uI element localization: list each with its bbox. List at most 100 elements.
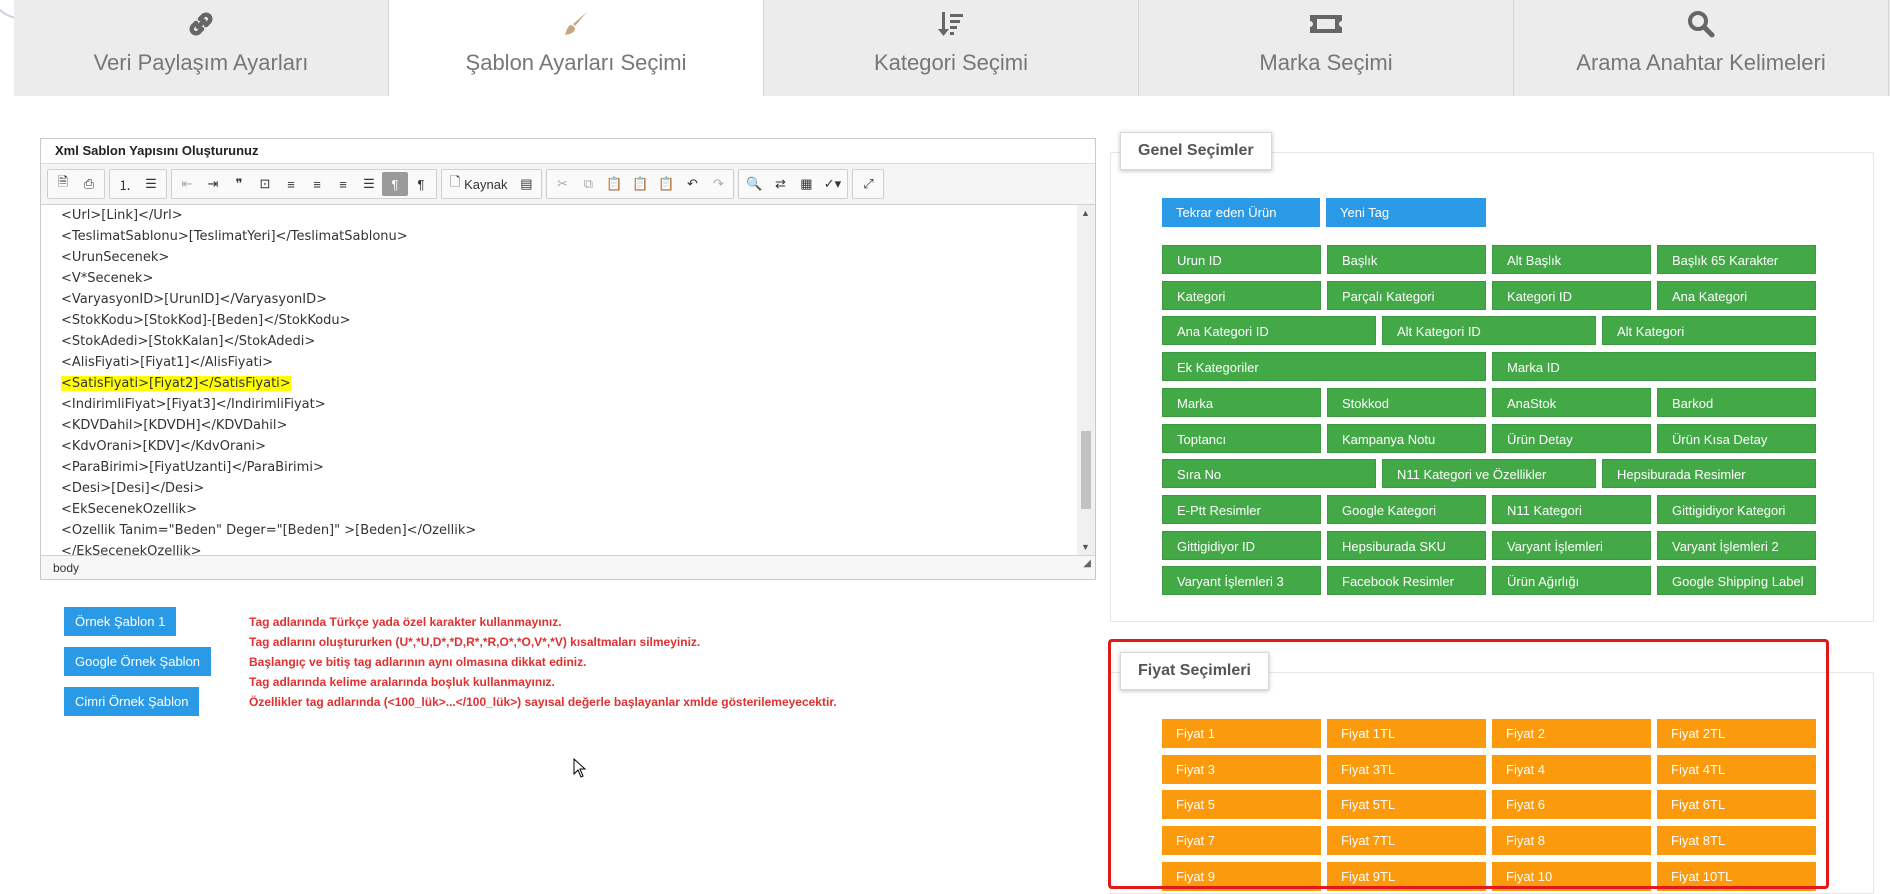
tag-button-n11-kategori[interactable]: N11 Kategori (1492, 494, 1651, 524)
bulleted-list-icon[interactable]: ☰ (138, 172, 164, 196)
tag-button-varyant-i-lemleri-3[interactable]: Varyant İşlemleri 3 (1162, 566, 1321, 596)
find-icon[interactable]: 🔍 (741, 172, 767, 196)
tag-button-hepsiburada-resimler[interactable]: Hepsiburada Resimler (1602, 459, 1816, 489)
yeni-tag-button[interactable]: Yeni Tag (1326, 198, 1486, 227)
maximize-icon[interactable]: ⤢ (855, 172, 881, 196)
tag-button-gittigidiyor-kategori[interactable]: Gittigidiyor Kategori (1657, 494, 1816, 524)
cimri-ornek-sablon-button[interactable]: Cimri Örnek Şablon (64, 687, 200, 716)
link-icon (186, 10, 216, 38)
tag-button-r-n-a-rl[interactable]: Ürün Ağırlığı (1492, 566, 1651, 596)
warning-text: Tag adlarında kelime aralarında boşluk k… (249, 675, 555, 689)
tag-button-ana-kategori-id[interactable]: Ana Kategori ID (1162, 316, 1376, 346)
tag-button-varyant-i-lemleri[interactable]: Varyant İşlemleri (1492, 530, 1651, 560)
tag-button-ana-kategori[interactable]: Ana Kategori (1657, 280, 1816, 310)
tag-button-varyant-i-lemleri-2[interactable]: Varyant İşlemleri 2 (1657, 530, 1816, 560)
tab-sablon-ayarlari[interactable]: Şablon Ayarları Seçimi (389, 0, 764, 96)
tag-button-n11-kategori-ve-zellikler[interactable]: N11 Kategori ve Özellikler (1382, 459, 1596, 489)
tag-button-marka[interactable]: Marka (1162, 387, 1321, 417)
tag-button-ba-l-k[interactable]: Başlık (1327, 245, 1486, 274)
google-ornek-sablon-button[interactable]: Google Örnek Şablon (64, 647, 212, 676)
editor-line: <VaryasyonID>[UrunID]</VaryasyonID> (61, 292, 327, 307)
tag-button-google-shipping-label[interactable]: Google Shipping Label (1657, 566, 1816, 596)
scroll-down-icon[interactable]: ▼ (1081, 542, 1090, 552)
editor-line: <EkSecenekOzellik> (61, 502, 198, 517)
tag-button-r-n-k-sa-detay[interactable]: Ürün Kısa Detay (1657, 423, 1816, 453)
align-right-icon[interactable]: ≡ (330, 172, 356, 196)
tekrar-eden-urun-button[interactable]: Tekrar eden Ürün (1162, 198, 1320, 227)
scroll-thumb[interactable] (1081, 431, 1091, 509)
div-container-icon[interactable]: ⊡ (252, 172, 278, 196)
scroll-up-icon[interactable]: ▲ (1081, 208, 1090, 218)
tab-kategori-secimi[interactable]: Kategori Seçimi (764, 0, 1139, 96)
toolbar-group-lists: ⒈ ☰ (109, 169, 167, 199)
outdent-icon[interactable]: ⇤ (174, 172, 200, 196)
warning-text: Özellikler tag adlarında (<100_lük>...</… (249, 695, 837, 709)
justify-icon[interactable]: ☰ (356, 172, 382, 196)
search-icon (1686, 10, 1716, 38)
undo-icon[interactable]: ↶ (679, 172, 705, 196)
tag-button-hepsiburada-sku[interactable]: Hepsiburada SKU (1327, 530, 1486, 560)
toolbar-group-view: ⤢ (852, 169, 885, 199)
editor-line: <Ozellik Tanim="Beden" Deger="[Beden]" >… (61, 523, 477, 538)
tag-button-gittigidiyor-id[interactable]: Gittigidiyor ID (1162, 530, 1321, 560)
paste-icon[interactable]: 📋 (601, 172, 627, 196)
mouse-cursor-icon (573, 757, 587, 783)
numbered-list-icon[interactable]: ⒈ (112, 172, 138, 196)
editor-line: <StokAdedi>[StokKalan]</StokAdedi> (61, 334, 316, 349)
ticket-icon (1308, 10, 1344, 38)
indent-icon[interactable]: ⇥ (200, 172, 226, 196)
tag-button-barkod[interactable]: Barkod (1657, 387, 1816, 417)
paste-text-icon[interactable]: 📋 (627, 172, 653, 196)
ltr-direction-icon[interactable]: ¶ (382, 172, 408, 196)
tag-button-r-n-detay[interactable]: Ürün Detay (1492, 423, 1651, 453)
source-button[interactable]: 🗋 Kaynak (444, 172, 513, 196)
tag-button-kategori-id[interactable]: Kategori ID (1492, 280, 1651, 310)
editor-scrollbar[interactable]: ▲ ▼ (1077, 205, 1095, 555)
preview-icon[interactable]: 🗎 (50, 172, 76, 196)
tag-button-kampanya-notu[interactable]: Kampanya Notu (1327, 423, 1486, 453)
tag-button-alt-kategori[interactable]: Alt Kategori (1602, 316, 1816, 346)
tag-button-ek-kategoriler[interactable]: Ek Kategoriler (1162, 352, 1486, 382)
tag-button-marka-id[interactable]: Marka ID (1492, 352, 1816, 382)
print-icon[interactable]: ⎙ (76, 172, 102, 196)
redo-icon[interactable]: ↷ (705, 172, 731, 196)
tag-button-toptanc[interactable]: Toptancı (1162, 423, 1321, 453)
editor-line: <Desi>[Desi]</Desi> (61, 481, 205, 496)
cut-icon[interactable]: ✂ (549, 172, 575, 196)
tag-button-google-kategori[interactable]: Google Kategori (1327, 494, 1486, 524)
tag-button-alt-kategori-id[interactable]: Alt Kategori ID (1382, 316, 1596, 346)
tab-marka-secimi[interactable]: Marka Seçimi (1139, 0, 1514, 96)
tag-button-par-al-kategori[interactable]: Parçalı Kategori (1327, 280, 1486, 310)
tag-button-ba-l-k-65-karakter[interactable]: Başlık 65 Karakter (1657, 245, 1816, 274)
align-left-icon[interactable]: ≡ (278, 172, 304, 196)
editor-title: Xml Sablon Yapısını Oluşturunuz (41, 139, 1095, 164)
paste-word-icon[interactable]: 📋 (653, 172, 679, 196)
select-all-icon[interactable]: ▦ (793, 172, 819, 196)
tag-button-facebook-resimler[interactable]: Facebook Resimler (1327, 566, 1486, 596)
tag-button-anastok[interactable]: AnaStok (1492, 387, 1651, 417)
tag-button-alt-ba-l-k[interactable]: Alt Başlık (1492, 245, 1651, 274)
tag-button-s-ra-no[interactable]: Sıra No (1162, 459, 1376, 489)
align-center-icon[interactable]: ≡ (304, 172, 330, 196)
copy-icon[interactable]: ⧉ (575, 172, 601, 196)
tab-label: Veri Paylaşım Ayarları (93, 50, 309, 75)
spellcheck-icon[interactable]: ✓▾ (819, 172, 845, 196)
tag-button-stokkod[interactable]: Stokkod (1327, 387, 1486, 417)
tab-veri-paylasim[interactable]: Veri Paylaşım Ayarları (14, 0, 389, 96)
editor-line: <V*Secenek> (61, 271, 154, 286)
editor-line: <IndirimliFiyat>[Fiyat3]</IndirimliFiyat… (61, 397, 326, 412)
tab-arama-anahtar[interactable]: Arama Anahtar Kelimeleri (1514, 0, 1889, 96)
element-path[interactable]: body (53, 561, 79, 575)
toolbar-group-document: 🗎 ⎙ (47, 169, 105, 199)
resize-handle-icon[interactable]: ◢ (1083, 552, 1091, 576)
editor-line: <TeslimatSablonu>[TeslimatYeri]</Teslima… (61, 229, 408, 244)
ornek-sablon-1-button[interactable]: Örnek Şablon 1 (64, 607, 177, 636)
tag-button-kategori[interactable]: Kategori (1162, 280, 1321, 310)
templates-icon[interactable]: ▤ (513, 172, 539, 196)
blockquote-icon[interactable]: ❞ (226, 172, 252, 196)
tag-button-urun-id[interactable]: Urun ID (1162, 245, 1321, 274)
rtl-direction-icon[interactable]: ¶ (408, 172, 434, 196)
replace-icon[interactable]: ⇄ (767, 172, 793, 196)
tag-button-e-ptt-resimler[interactable]: E-Ptt Resimler (1162, 494, 1321, 524)
editor-content[interactable]: <Url>[Link]</Url> <TeslimatSablonu>[Tesli… (41, 205, 1077, 555)
